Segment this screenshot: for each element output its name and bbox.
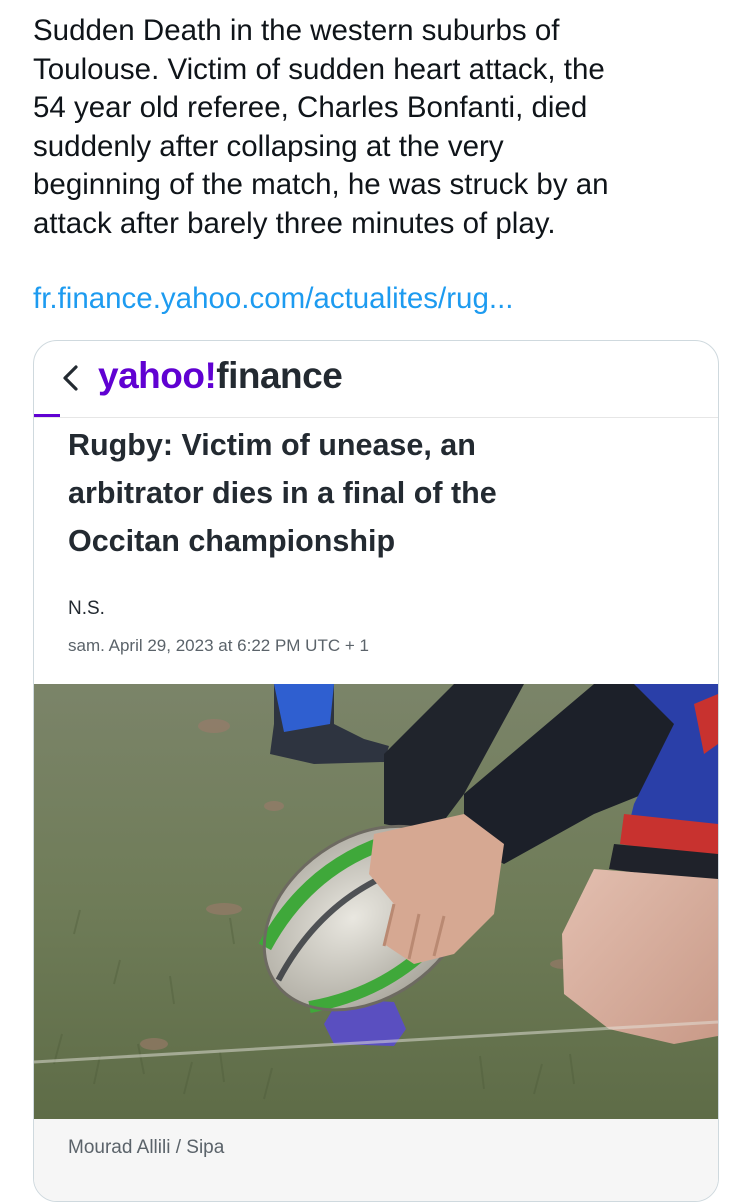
tweet-link[interactable]: fr.finance.yahoo.com/actualites/rug... [33,280,513,318]
photo-caption: Mourad Allili / Sipa [68,1137,225,1158]
yahoo-finance-header: yahoo!finance [34,341,718,418]
logo-yahoo: yahoo! [98,355,217,396]
photo-caption-bar: Mourad Allili / Sipa [34,1119,718,1201]
link-preview-card[interactable]: yahoo!finance Rugby: Victim of unease, a… [33,340,719,1202]
logo-finance: finance [216,355,343,396]
article-title: Rugby: Victim of unease, an arbitrator d… [68,428,497,558]
accent-line [34,414,60,417]
yahoo-finance-logo: yahoo!finance [98,351,343,401]
tweet-text: Sudden Death in the western suburbs of T… [33,14,609,240]
article-date: sam. April 29, 2023 at 6:22 PM UTC + 1 [68,636,369,655]
article-author: N.S. [68,598,105,619]
rugby-ball-photo [34,684,718,1119]
chevron-left-icon[interactable] [60,363,82,393]
